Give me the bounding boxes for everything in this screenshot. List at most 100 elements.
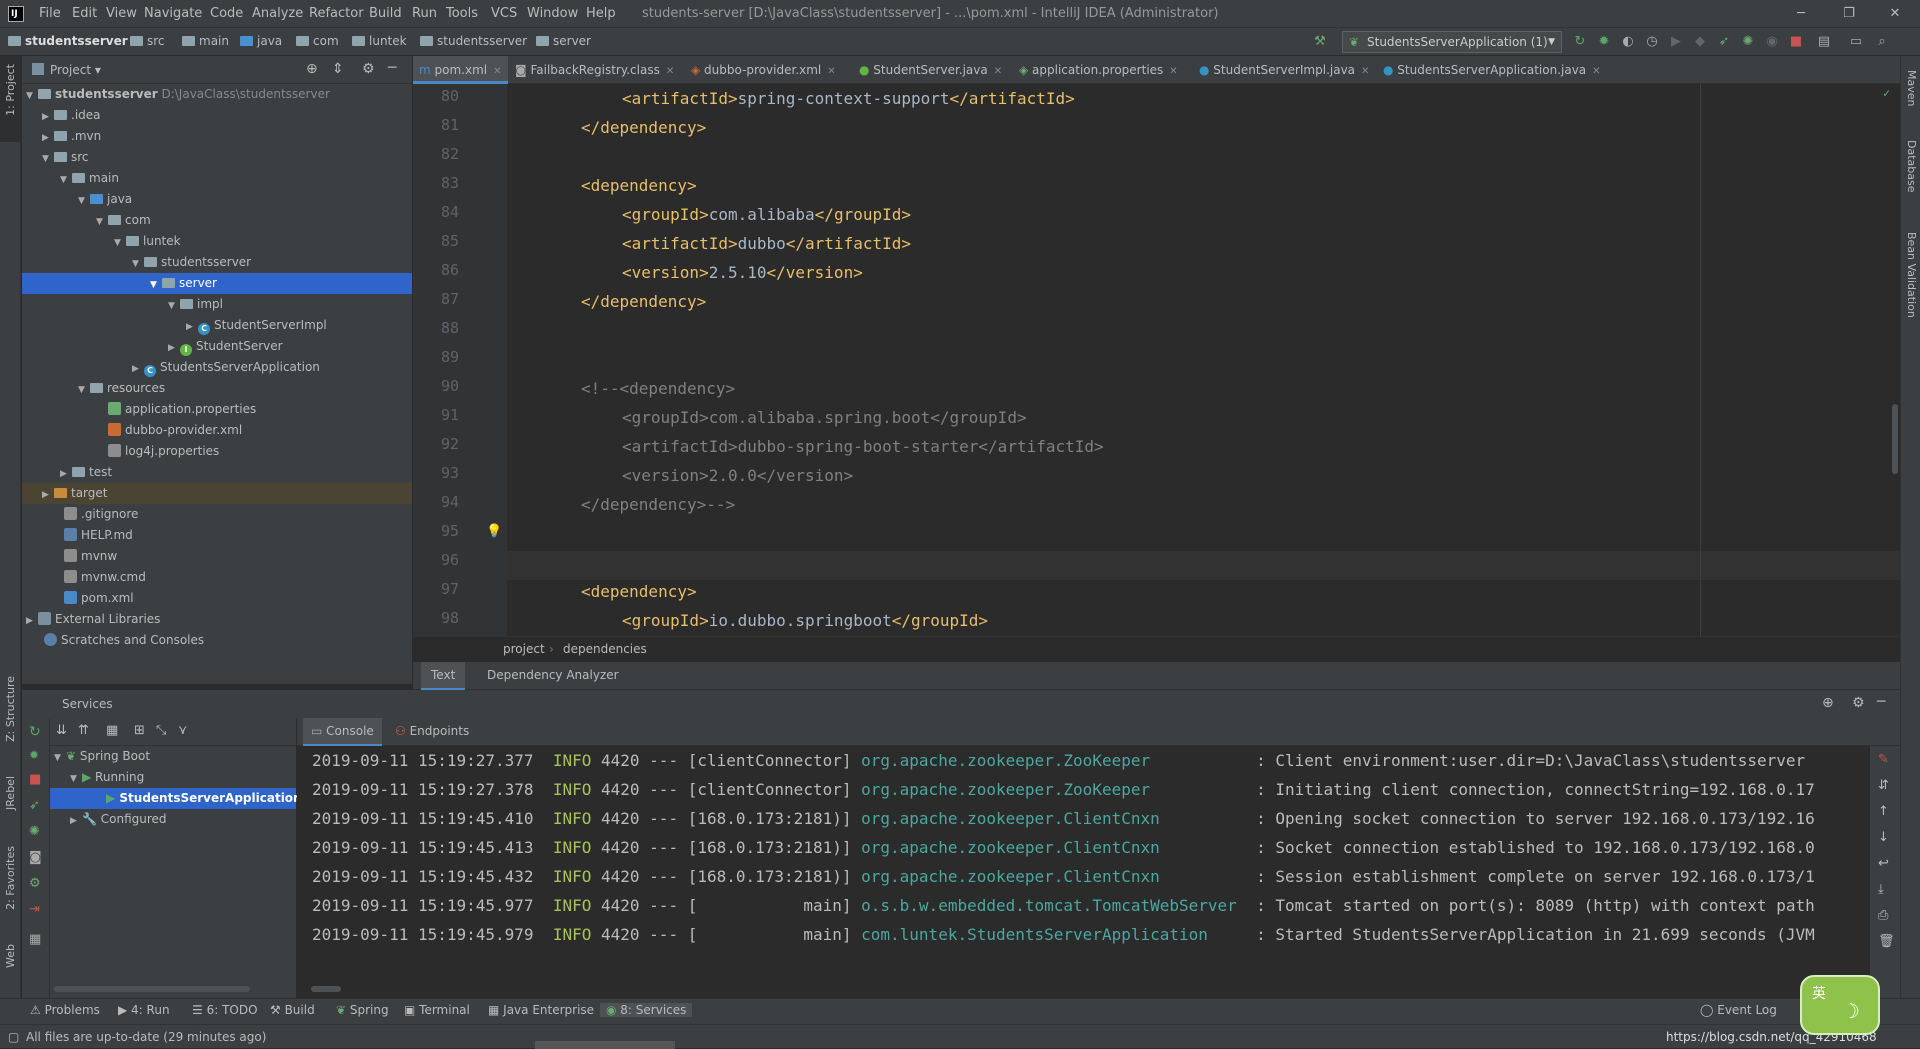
collapse-all-icon[interactable]: ⇈ — [78, 723, 89, 738]
crumb-studentsserver[interactable]: studentsserver — [8, 34, 128, 48]
tree-item-com[interactable]: ▼ com — [22, 210, 412, 231]
hide-panel-icon[interactable]: ─ — [1877, 694, 1885, 710]
tree-item-scratches[interactable]: Scratches and Consoles — [22, 630, 412, 651]
arrow-up-icon[interactable]: ↑ — [1878, 804, 1889, 819]
ime-badge[interactable]: 英 ☽ — [1800, 975, 1880, 1035]
tab-java-enterprise[interactable]: ▦ Java Enterprise — [488, 1003, 594, 1017]
soft-wrap-icon[interactable]: ↩ — [1878, 856, 1889, 871]
tree-item-log4j-properties[interactable]: log4j.properties — [22, 441, 412, 462]
layout-icon[interactable]: ▦ — [29, 932, 41, 947]
attach-icon[interactable]: ◉ — [1764, 34, 1780, 50]
close-button[interactable]: ✕ — [1880, 3, 1910, 25]
menu-navigate[interactable]: Navigate — [144, 6, 202, 21]
menu-code[interactable]: Code — [210, 6, 243, 21]
crumb-server[interactable]: server — [536, 34, 591, 48]
jrebel-debug-icon[interactable]: ✺ — [1740, 34, 1756, 50]
layout-icon[interactable]: ▭ — [1848, 34, 1864, 50]
tree-item-test[interactable]: ▶ test — [22, 462, 412, 483]
favorites-tool-label[interactable]: 2: Favorites — [4, 846, 17, 910]
tab-studentserverimpl-java[interactable]: ● StudentServerImpl.java ✕ — [1193, 56, 1375, 84]
tab-problems[interactable]: ⚠ Problems — [30, 1003, 100, 1017]
tree-item-mvnw[interactable]: mvnw — [22, 546, 412, 567]
arrow-down-icon[interactable]: ↓ — [1878, 830, 1889, 845]
tree-item-studentsserver-pkg[interactable]: ▼ studentsserver — [22, 252, 412, 273]
tree-item-server[interactable]: ▼ server — [22, 273, 412, 294]
scroll-to-end-icon[interactable]: ⤓ — [1878, 882, 1884, 897]
close-tab-icon[interactable]: ✕ — [1592, 66, 1600, 77]
stop-icon[interactable]: ■ — [29, 772, 41, 787]
menu-edit[interactable]: Edit — [72, 6, 97, 21]
close-tab-icon[interactable]: ✕ — [1361, 66, 1369, 77]
tree-item-dubbo-provider-xml[interactable]: dubbo-provider.xml — [22, 420, 412, 441]
code-editor[interactable]: <artifactId>spring-context-support</arti… — [507, 84, 1900, 636]
crumb-luntek[interactable]: luntek — [352, 34, 407, 48]
tree-item-java[interactable]: ▼ java — [22, 189, 412, 210]
tree-item-studentsserverapplication[interactable]: ▶ C StudentsServerApplication — [22, 357, 412, 378]
gear-icon[interactable]: ⚙ — [1852, 695, 1865, 711]
menu-refactor[interactable]: Refactor — [309, 6, 364, 21]
resume-icon[interactable]: ◆ — [1692, 34, 1708, 50]
hammer-icon[interactable]: ⚒ — [1312, 34, 1328, 50]
tree-item-pom-xml[interactable]: pom.xml — [22, 588, 412, 609]
tree-item-application-properties[interactable]: application.properties — [22, 399, 412, 420]
service-configured[interactable]: ▶ 🔧 Configured — [50, 809, 296, 830]
exit-icon[interactable]: ⇥ — [29, 902, 40, 917]
tab-dependency-analyzer[interactable]: Dependency Analyzer — [477, 662, 629, 690]
coverage-icon[interactable]: ◐ — [1620, 34, 1636, 50]
project-tool-button[interactable]: 1: Project — [0, 56, 21, 142]
menu-view[interactable]: View — [106, 6, 137, 21]
tab-pom-xml[interactable]: m pom.xml ✕ — [413, 56, 508, 84]
tab-studentserver-java[interactable]: ● StudentServer.java ✕ — [853, 56, 1008, 84]
jrebel-debug-icon[interactable]: ✺ — [29, 824, 40, 839]
crumb-main[interactable]: main — [182, 34, 229, 48]
tab-application-properties[interactable]: ◈ application.properties ✕ — [1013, 56, 1184, 84]
trash-icon[interactable]: 🗑 — [1878, 934, 1895, 949]
database-tool-label[interactable]: Database — [1905, 140, 1918, 193]
tab-services[interactable]: ◉ 8: Services — [600, 1003, 693, 1017]
tree-item-studentsserver[interactable]: ▼ studentsserver D:\JavaClass\studentsser… — [22, 84, 412, 105]
console-scrollbar[interactable] — [311, 986, 341, 992]
camera-icon[interactable]: ◙ — [29, 850, 42, 865]
close-tab-icon[interactable]: ✕ — [994, 66, 1002, 77]
crumb-src[interactable]: src — [130, 34, 165, 48]
service-studentsserverapplication[interactable]: ▶ StudentsServerApplication — [50, 788, 302, 809]
tab-failbackregistry[interactable]: ◙ FailbackRegistry.class ✕ — [509, 56, 680, 84]
stop-icon[interactable]: ■ — [1788, 34, 1804, 50]
tab-endpoints[interactable]: ⚇ Endpoints — [387, 718, 477, 746]
crumb-com[interactable]: com — [296, 34, 339, 48]
menu-help[interactable]: Help — [586, 6, 616, 21]
debug-icon[interactable]: ✹ — [29, 748, 39, 762]
hide-panel-icon[interactable]: ─ — [388, 60, 396, 76]
filter-icon[interactable]: ⊞ — [134, 723, 145, 738]
jrebel-run-icon[interactable]: ➶ — [1716, 34, 1732, 50]
menu-build[interactable]: Build — [369, 6, 402, 21]
group-by-icon[interactable]: ▦ — [106, 723, 118, 738]
rerun-icon[interactable]: ↻ — [29, 724, 41, 740]
close-tab-icon[interactable]: ✕ — [666, 66, 674, 77]
tree-item-mvn[interactable]: ▶ .mvn — [22, 126, 412, 147]
project-structure-icon[interactable]: ▤ — [1816, 34, 1832, 50]
expand-all-icon[interactable]: ⇊ — [56, 723, 67, 738]
service-running[interactable]: ▼ ▶ Running — [50, 767, 296, 788]
crumb-studentsserver-pkg[interactable]: studentsserver — [420, 34, 527, 48]
add-icon[interactable]: ⋎ — [178, 723, 188, 738]
tab-run[interactable]: ▶ 4: Run — [118, 1003, 170, 1017]
services-scrollbar[interactable] — [54, 986, 250, 992]
project-view-select[interactable]: Project ▾ — [50, 63, 101, 77]
tab-studentsserverapplication-java[interactable]: ● StudentsServerApplication.java ✕ — [1377, 56, 1607, 84]
rerun-icon[interactable]: ⇵ — [1878, 778, 1889, 793]
tree-item-resources[interactable]: ▼ resources — [22, 378, 412, 399]
locate-icon[interactable]: ⊕ — [306, 61, 318, 77]
tab-todo[interactable]: ☰ 6: TODO — [192, 1003, 258, 1017]
close-tab-icon[interactable]: ✕ — [1169, 66, 1177, 77]
jrebel-run-icon[interactable]: ➶ — [29, 798, 40, 813]
tree-item-studentserverimpl[interactable]: ▶ C StudentServerImpl — [22, 315, 412, 336]
tab-console[interactable]: ▭ Console — [303, 718, 382, 746]
add-service-icon[interactable]: ⊕ — [1822, 695, 1834, 711]
run-config-select[interactable]: ❦ StudentsServerApplication (1) ▼ — [1342, 31, 1562, 53]
jrebel-tool-label[interactable]: JRebel — [4, 776, 17, 810]
menu-vcs[interactable]: VCS — [491, 6, 517, 21]
tab-dubbo-provider-xml[interactable]: ◈ dubbo-provider.xml ✕ — [685, 56, 842, 84]
tree-item-luntek[interactable]: ▼ luntek — [22, 231, 412, 252]
menu-file[interactable]: File — [39, 6, 61, 21]
